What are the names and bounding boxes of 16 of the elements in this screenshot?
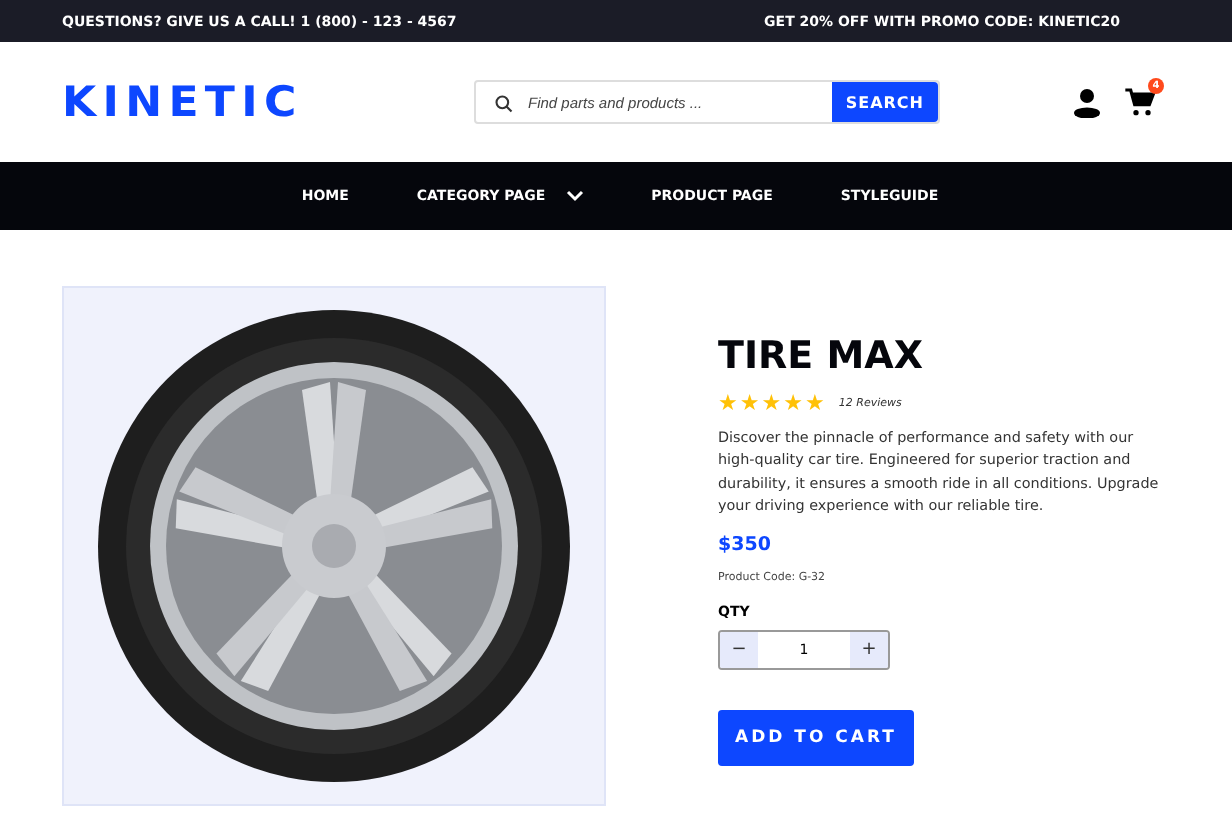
- product-title: TIRE MAX: [718, 334, 926, 378]
- increment-button[interactable]: +: [850, 631, 888, 668]
- cart-icon[interactable]: [1124, 86, 1156, 118]
- star-icon: ★: [761, 392, 782, 414]
- star-icon: ★: [783, 392, 803, 414]
- user-icon[interactable]: [1074, 87, 1100, 117]
- search-icon: [494, 94, 514, 114]
- logo[interactable]: KINETIC: [62, 78, 424, 126]
- search-button[interactable]: SEARCH: [831, 82, 938, 122]
- add-to-cart-button[interactable]: ADD TO CART: [718, 709, 914, 766]
- product-price: $350: [718, 533, 773, 556]
- star-icon: ★: [805, 392, 825, 414]
- star-icon: ★: [739, 392, 760, 414]
- chevron-down-icon: [565, 190, 584, 202]
- star-icon: ★: [718, 392, 738, 414]
- decrement-button[interactable]: −: [720, 631, 758, 668]
